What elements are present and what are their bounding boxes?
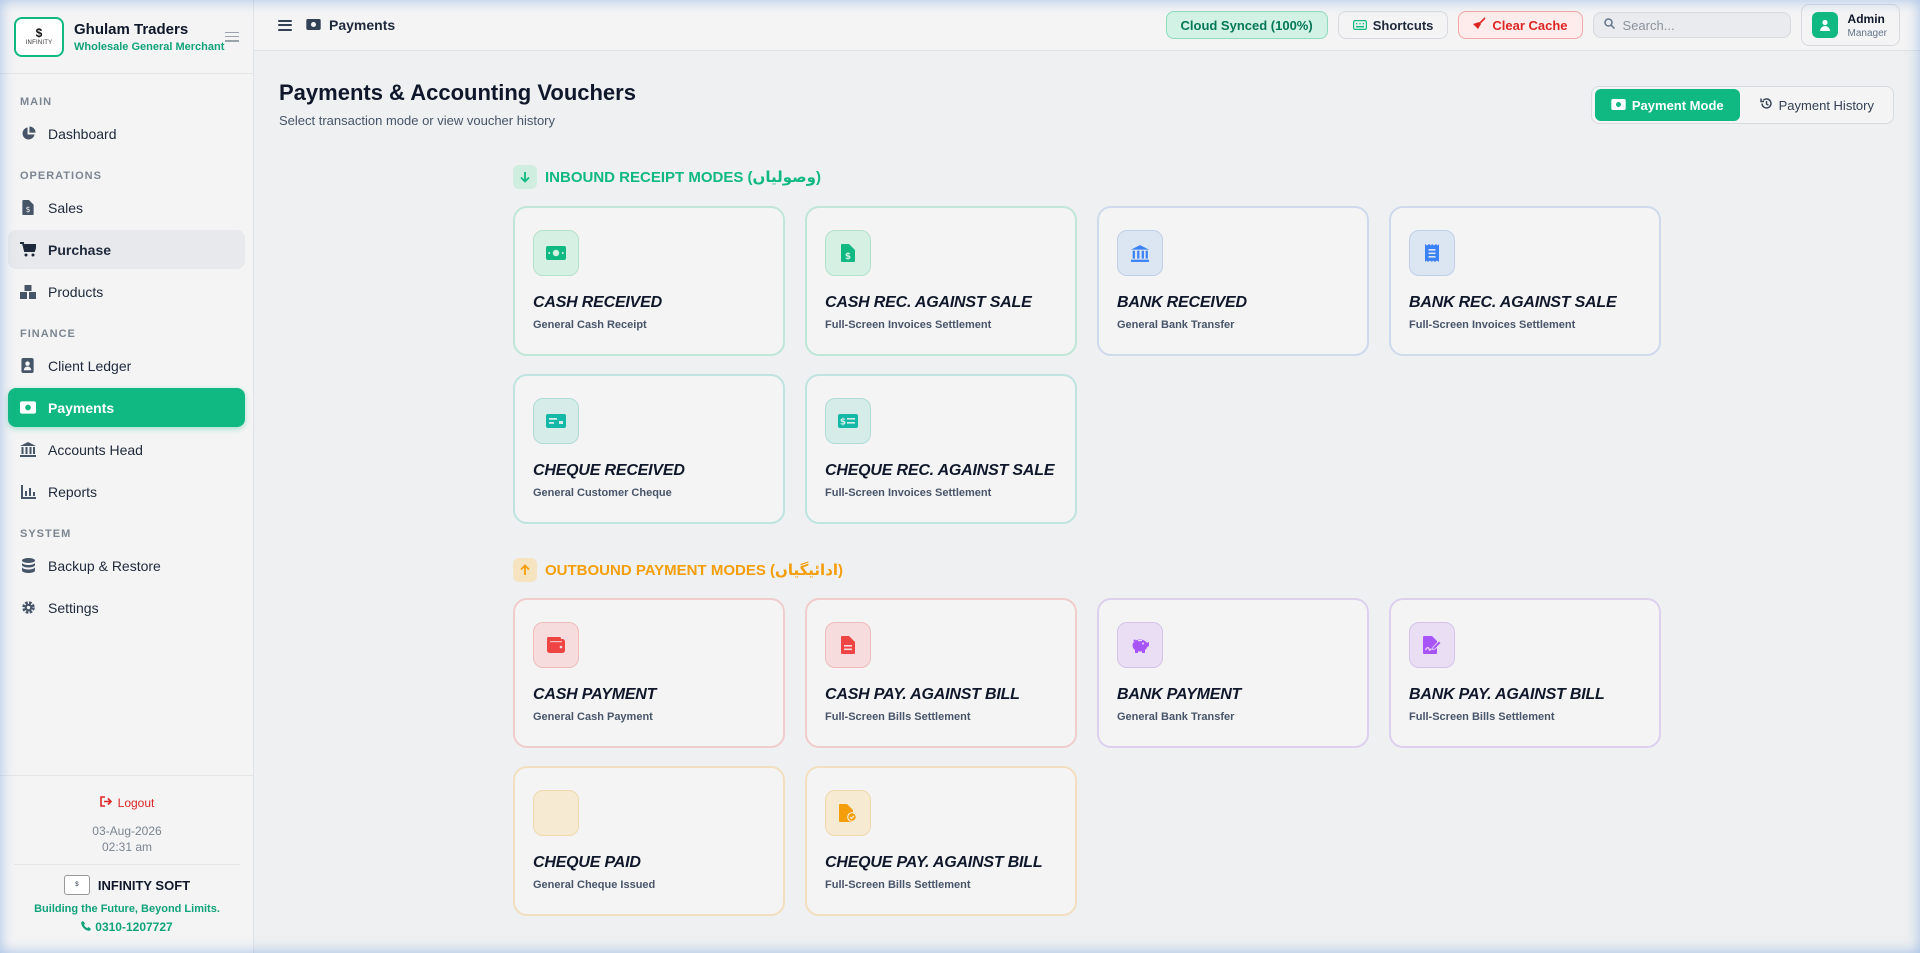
card-bank-pay-against-bill[interactable]: BANK PAY. AGAINST BILL Full-Screen Bills… [1389,598,1661,748]
breadcrumb: Payments [306,17,395,33]
money-bill-icon [533,230,579,276]
logout-icon [99,796,112,810]
brand-subtitle: Wholesale General Merchant [74,40,225,53]
card-cash-received[interactable]: CASH RECEIVED General Cash Receipt [513,206,785,356]
payment-mode-button[interactable]: Payment Mode [1594,89,1740,121]
brand-title: Ghulam Traders [74,20,189,38]
nav-section-finance: FINANCE [20,328,76,340]
search-box [1592,12,1791,38]
vendor-name: INFINITY SOFT [97,877,191,893]
search-input[interactable] [1622,17,1773,33]
cheque-icon [533,790,579,836]
nav-section-system: SYSTEM [20,528,72,540]
file-check-icon [825,790,871,836]
boxes-icon [20,284,36,300]
page-subtitle: Select transaction mode or view voucher … [279,113,556,128]
sidebar-item-settings[interactable]: Settings [8,588,245,627]
svg-text:$: $ [26,205,31,214]
pie-chart-icon [20,126,36,142]
sidebar-item-accounts-head[interactable]: Accounts Head [8,430,245,469]
sidebar-footer: Logout 03-Aug-2026 02:31 am $ INFINITY S… [0,775,254,953]
bar-chart-icon [20,484,36,500]
sidebar-item-sales[interactable]: $ Sales [8,188,245,227]
search-icon [1603,16,1615,34]
cloud-sync-badge[interactable]: Cloud Synced (100%) [1165,11,1328,39]
card-cheque-received[interactable]: CHEQUE RECEIVED General Customer Cheque [513,374,785,524]
invoice-dollar-icon: $ [825,230,871,276]
sidebar-item-reports[interactable]: Reports [8,472,245,511]
vendor-logo: $ [63,875,90,895]
menu-toggle-icon[interactable] [278,19,292,31]
history-icon [1759,97,1773,113]
arrow-up-icon [513,558,537,582]
sidebar: $ INFINITY Ghulam Traders Wholesale Gene… [0,0,254,953]
payment-history-button[interactable]: Payment History [1744,89,1890,121]
top-bar: Payments Cloud Synced (100%) Shortcuts C… [254,0,1920,51]
sidebar-item-client-ledger[interactable]: Client Ledger [8,346,245,385]
database-icon [20,558,36,574]
nav-section-main: MAIN [20,96,53,108]
sidebar-item-products[interactable]: Products [8,272,245,311]
card-cash-rec-against-sale[interactable]: $ CASH REC. AGAINST SALE Full-Screen Inv… [805,206,1077,356]
cart-icon [20,242,36,258]
sidebar-item-payments[interactable]: Payments [8,388,245,427]
money-bill-icon [20,400,36,416]
user-avatar-icon [1811,12,1838,38]
invoice-dollar-icon: $ [20,200,36,216]
gear-icon [20,600,36,616]
main-content: Payments & Accounting Vouchers Select tr… [254,52,1920,953]
nav-section-operations: OPERATIONS [20,170,102,182]
svg-text:$: $ [840,418,846,428]
user-role: Manager [1847,27,1887,39]
logout-button[interactable]: Logout [99,796,154,810]
shortcuts-button[interactable]: Shortcuts [1337,11,1449,39]
sidebar-item-purchase[interactable]: Purchase [8,230,245,269]
clear-cache-button[interactable]: Clear Cache [1458,11,1583,39]
outbound-section-heading: OUTBOUND PAYMENT MODES (ادائیگیاں) [513,558,843,582]
outbound-cards: CASH PAYMENT General Cash Payment CASH P… [513,598,1661,916]
bank-building-icon [20,442,36,458]
user-menu[interactable]: Admin Manager [1800,4,1900,46]
svg-text:$: $ [845,252,851,262]
money-bill-icon [1611,98,1626,113]
cheque-icon [533,398,579,444]
card-bank-rec-against-sale[interactable]: BANK REC. AGAINST SALE Full-Screen Invoi… [1389,206,1661,356]
piggy-bank-icon [1117,622,1163,668]
card-cash-pay-against-bill[interactable]: CASH PAY. AGAINST BILL Full-Screen Bills… [805,598,1077,748]
card-bank-received[interactable]: BANK RECEIVED General Bank Transfer [1097,206,1369,356]
vendor-tagline: Building the Future, Beyond Limits. [34,903,220,915]
signature-doc-icon [1409,622,1455,668]
money-check-icon: $ [825,398,871,444]
user-name: Admin [1847,11,1885,26]
card-bank-payment[interactable]: BANK PAYMENT General Bank Transfer [1097,598,1369,748]
brand-logo: $ INFINITY [14,16,64,57]
brand-header: $ INFINITY Ghulam Traders Wholesale Gene… [0,0,253,74]
mode-toggle: Payment Mode Payment History [1590,86,1894,124]
card-cheque-paid[interactable]: CHEQUE PAID General Cheque Issued [513,766,785,916]
sidebar-collapse-icon[interactable] [225,31,239,42]
contact-book-icon [20,358,36,374]
page-title: Payments & Accounting Vouchers [279,80,636,105]
card-cheque-rec-against-sale[interactable]: $ CHEQUE REC. AGAINST SALE Full-Screen I… [805,374,1077,524]
phone-icon [81,920,92,934]
sidebar-item-dashboard[interactable]: Dashboard [8,114,245,153]
wallet-icon [533,622,579,668]
bank-building-icon [1117,230,1163,276]
current-time: 02:31 am [101,840,153,854]
arrow-down-icon [513,165,537,189]
broom-icon [1473,17,1486,33]
inbound-section-heading: INBOUND RECEIPT MODES (وصولیاں) [513,165,821,189]
sidebar-item-backup-restore[interactable]: Backup & Restore [8,546,245,585]
money-bill-icon [306,17,321,33]
receipt-icon [1409,230,1455,276]
keyboard-icon [1352,18,1367,33]
card-cash-payment[interactable]: CASH PAYMENT General Cash Payment [513,598,785,748]
vendor-info: $ INFINITY SOFT Building the Future, Bey… [14,864,240,936]
sidebar-nav: MAIN Dashboard OPERATIONS $ Sales Purcha… [0,74,253,627]
current-date: 03-Aug-2026 [92,824,162,838]
card-cheque-pay-against-bill[interactable]: CHEQUE PAY. AGAINST BILL Full-Screen Bil… [805,766,1077,916]
vendor-phone: 0310-1207727 [81,920,173,934]
bill-icon [825,622,871,668]
inbound-cards: CASH RECEIVED General Cash Receipt $ CAS… [513,206,1661,524]
